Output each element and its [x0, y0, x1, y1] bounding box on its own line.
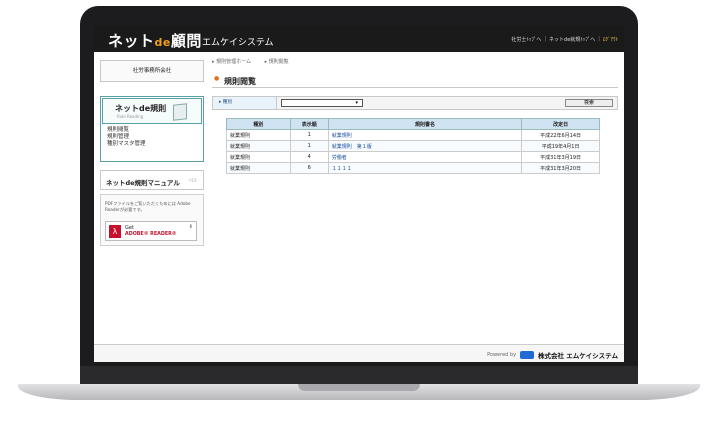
menu-rule-manage[interactable]: 規則管理 — [107, 134, 203, 141]
cell-order: 4 — [289, 151, 329, 163]
footer-brand: 株式会社 エムケイシステム — [538, 352, 618, 360]
cell-title-link[interactable]: 労働者 — [327, 151, 523, 163]
table-row: 就業規則 1 就業規則 平成22年6月14日 — [226, 129, 600, 141]
menu-type-master[interactable]: 種別マスタ管理 — [107, 141, 203, 148]
powered-by: Powered by 株式会社 エムケイシステム — [487, 350, 618, 360]
company-name: エムケイシステム — [202, 38, 274, 48]
cell-order: 1 — [289, 140, 329, 152]
col-type[interactable]: 種別 — [226, 118, 291, 130]
link-sharoushi-top[interactable]: 社労士ﾄｯﾌﾟへ — [511, 36, 541, 43]
filter-bar: ▸ 種別 ▾ 検索 — [212, 96, 618, 110]
adobe-reader-box: PDFファイルをご覧いただくためには Adobe Readerが必要です。 λ … — [100, 194, 204, 246]
app-logo[interactable]: ネットde顧問 — [108, 30, 202, 51]
breadcrumb-home[interactable]: ▸ 規則管理ホーム — [212, 59, 257, 65]
company-logo-icon — [520, 351, 535, 359]
cell-title-link[interactable]: 就業規則 第１版 — [327, 140, 523, 152]
breadcrumb-home-label: 規則管理ホーム — [216, 59, 251, 65]
link-separator: | — [598, 36, 600, 42]
logo-tail: 顧問 — [170, 32, 202, 50]
rule-menu-title: ネットde規則 — [115, 104, 167, 113]
col-order[interactable]: 表示順 — [289, 118, 329, 130]
cell-date: 平成19年4月1日 — [521, 140, 600, 152]
cell-type: 就業規則 — [226, 151, 291, 163]
cell-date: 平成22年6月14日 — [521, 129, 600, 141]
cell-date: 平成31年3月20日 — [521, 162, 600, 174]
book-icon — [173, 103, 187, 121]
table-row: 就業規則 6 １１１１ 平成31年3月20日 — [226, 162, 600, 174]
col-title[interactable]: 規則書名 — [327, 118, 523, 130]
col-date[interactable]: 改定日 — [521, 118, 600, 130]
client-name: 社労事務所会社 — [100, 60, 204, 82]
table-row: 就業規則 4 労働者 平成31年3月19日 — [226, 151, 600, 163]
link-netde-top[interactable]: ネットde就規ﾄｯﾌﾟへ — [549, 36, 595, 43]
rule-menu-box: ネットde規則 Rule Reading 規則閲覧 規則管理 種別マスタ管理 — [100, 96, 204, 162]
logo-text: ネット — [108, 32, 155, 50]
bottom-strip — [94, 362, 624, 366]
powered-by-label: Powered by — [487, 352, 517, 358]
get-adobe-reader-button[interactable]: λ Get ADOBE® READER® ⬇ — [105, 221, 197, 241]
adobe-note: PDFファイルをご覧いただくためには Adobe Readerが必要です。 — [105, 201, 191, 212]
search-button[interactable]: 検索 — [565, 99, 613, 107]
menu-rule-view[interactable]: 規則閲覧 — [107, 127, 203, 134]
cell-date: 平成31年3月19日 — [521, 151, 600, 163]
table-row: 就業規則 1 就業規則 第１版 平成19年4月1日 — [226, 140, 600, 152]
logout-link[interactable]: ﾛｸﾞｱｳﾄ — [603, 36, 618, 43]
download-arrow-icon: ⬇ — [188, 224, 193, 230]
cell-order: 6 — [289, 162, 329, 174]
link-separator: | — [544, 36, 547, 42]
rule-menu-subtitle: Rule Reading — [117, 114, 144, 119]
logo-de: de — [154, 36, 171, 49]
footer: Powered by 株式会社 エムケイシステム — [94, 344, 624, 362]
top-header: ネットde顧問 エムケイシステム 社労士ﾄｯﾌﾟへ | ネットde就規ﾄｯﾌﾟへ… — [94, 26, 624, 52]
main-content: ▸ 規則管理ホーム ▸ 規則閲覧 ● 規則閲覧 ▸ 種別 ▾ 検索 種別 表示順… — [212, 58, 618, 174]
manual-label: ネットde規則マニュアル — [106, 179, 180, 187]
app-screen: ネットde顧問 エムケイシステム 社労士ﾄｯﾌﾟへ | ネットde就規ﾄｯﾌﾟへ… — [94, 26, 624, 366]
manual-link-box[interactable]: ネットde規則マニュアル PDF — [100, 170, 204, 190]
breadcrumb-current-label: 規則閲覧 — [268, 59, 289, 65]
chevron-down-icon: ▾ — [355, 100, 358, 106]
rule-menu-header: ネットde規則 Rule Reading — [102, 98, 202, 124]
laptop-notch — [298, 384, 420, 391]
adobe-get-label: Get — [125, 225, 134, 231]
page-title: 規則閲覧 — [224, 77, 256, 86]
filter-label: ▸ 種別 — [213, 97, 277, 109]
adobe-reader-label: ADOBE® READER® — [125, 232, 177, 237]
page-header: ● 規則閲覧 — [212, 74, 618, 88]
title-bullet-icon: ● — [214, 75, 220, 82]
type-select[interactable]: ▾ — [281, 99, 363, 107]
cell-order: 1 — [289, 129, 329, 141]
filter-label-text: 種別 — [222, 100, 232, 105]
pdf-icon: PDF — [189, 178, 197, 183]
table-header-row: 種別 表示順 規則書名 改定日 — [226, 118, 600, 130]
cell-type: 就業規則 — [226, 129, 291, 141]
screen-bezel — [80, 366, 638, 386]
cell-title-link[interactable]: １１１１ — [327, 162, 523, 174]
cell-title-link[interactable]: 就業規則 — [327, 129, 523, 141]
breadcrumb-current: ▸ 規則閲覧 — [264, 59, 289, 65]
breadcrumb: ▸ 規則管理ホーム ▸ 規則閲覧 — [212, 58, 618, 68]
laptop-frame: ネットde顧問 エムケイシステム 社労士ﾄｯﾌﾟへ | ネットde就規ﾄｯﾌﾟへ… — [0, 0, 718, 422]
cell-type: 就業規則 — [226, 140, 291, 152]
sidebar: 社労事務所会社 ネットde規則 Rule Reading 規則閲覧 規則管理 種… — [100, 60, 204, 246]
rules-table: 種別 表示順 規則書名 改定日 就業規則 1 就業規則 平成22年6月14日 就… — [226, 118, 600, 174]
adobe-pdf-icon: λ — [109, 225, 121, 238]
cell-type: 就業規則 — [226, 162, 291, 174]
top-links: 社労士ﾄｯﾌﾟへ | ネットde就規ﾄｯﾌﾟへ | ﾛｸﾞｱｳﾄ — [511, 36, 618, 43]
rule-menu-links: 規則閲覧 規則管理 種別マスタ管理 — [101, 125, 203, 148]
